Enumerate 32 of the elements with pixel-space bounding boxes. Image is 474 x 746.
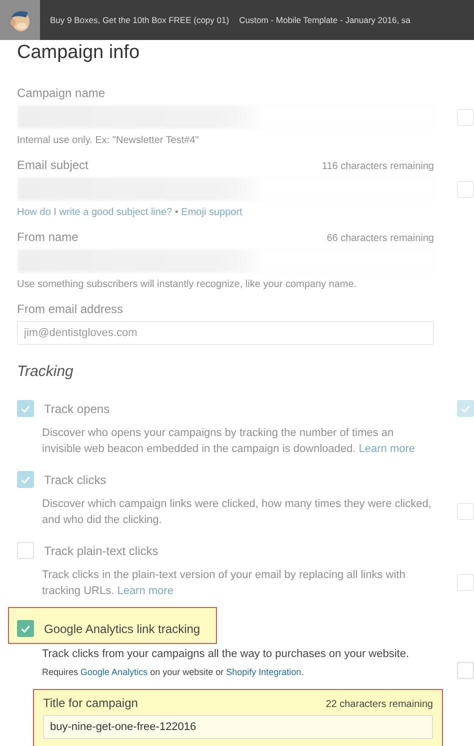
character-counter: 22 characters remaining xyxy=(326,699,433,710)
description: Use something subscribers will instantly recognize, like your company name. xyxy=(17,279,358,290)
checkbox-label: Track opens xyxy=(44,402,110,416)
input-field[interactable]: buy-nine-get-one-free-122016 xyxy=(43,715,433,739)
link[interactable]: Shopify Integration xyxy=(226,667,302,677)
breadcrumb-link[interactable]: Buy 9 Boxes, Get the 10th Box FREE (copy 01) xyxy=(50,15,230,25)
breadcrumb-link[interactable]: Custom - Mobile Template - January 2016, sa xyxy=(239,15,410,25)
description: Requires Google Analytics on your website or Shopify Integration. xyxy=(42,667,305,677)
character-counter: 66 characters remaining xyxy=(326,233,434,244)
checkbox-label: Google Analytics link tracking xyxy=(44,622,200,636)
character-counter: 116 characters remaining xyxy=(322,161,434,172)
description: Track clicks from your campaigns all the way to purchases on your website. xyxy=(42,647,410,662)
field-label: Email subject xyxy=(17,158,88,172)
checkbox[interactable] xyxy=(17,471,34,488)
checkbox-label: Track clicks xyxy=(44,472,106,486)
description: How do I write a good subject line? • Emoji support xyxy=(17,207,244,218)
field-label: Campaign name xyxy=(17,86,106,100)
description: Discover who opens your campaigns by tracking the number of times an invisible web beacon embedded in the campaign is downloaded. Learn more xyxy=(42,426,416,457)
page-title: Campaign info xyxy=(17,42,141,65)
description: Discover which campaign links were clicked, how many times they were clicked, and who did the clicking. xyxy=(42,497,432,528)
checkbox[interactable] xyxy=(17,400,34,417)
description: Track clicks in the plain-text version of your email by replacing all links with tracking URLs. Learn more xyxy=(42,568,406,599)
field-label: Title for campaign xyxy=(43,696,138,710)
description: Internal use only. Ex: "Newsletter Test#4" xyxy=(17,135,200,146)
logo-tile[interactable] xyxy=(0,0,40,40)
input-field[interactable]: jim@dentistgloves.com xyxy=(17,321,434,345)
checkbox-label: Track plain-text clicks xyxy=(44,544,158,558)
field-label: From email address xyxy=(17,302,124,316)
section-title: Tracking xyxy=(17,363,74,380)
checkbox[interactable] xyxy=(17,620,34,637)
field-label: From name xyxy=(17,230,78,244)
link[interactable]: Google Analytics xyxy=(80,667,148,677)
